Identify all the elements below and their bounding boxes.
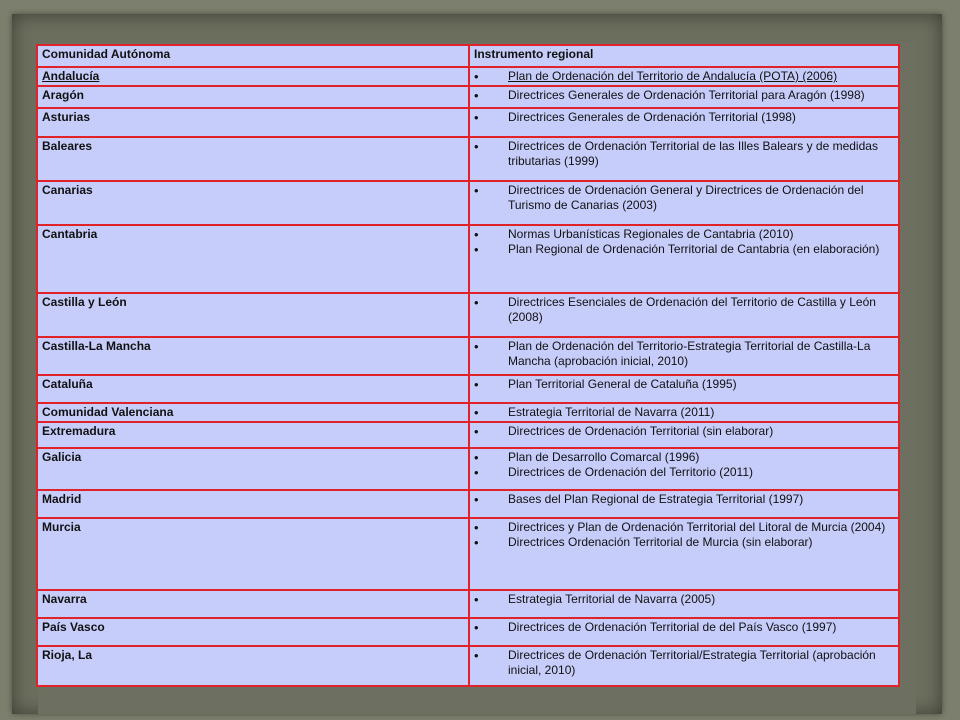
instrument-cell: Normas Urbanísticas Regionales de Cantab… [468, 224, 900, 294]
community-cell: Cataluña [36, 374, 470, 404]
community-cell: Asturias [36, 107, 470, 138]
table-row: País Vasco Directrices de Ordenación Ter… [36, 617, 900, 647]
table-header-row: Comunidad Autónoma Instrumento regional [36, 44, 900, 68]
table-row: Castilla-La Mancha Plan de Ordenación de… [36, 336, 900, 376]
instrument-item: Directrices de Ordenación General y Dire… [474, 183, 894, 213]
instrument-item: Plan de Ordenación del Territorio de And… [474, 69, 894, 84]
instrument-item: Normas Urbanísticas Regionales de Cantab… [474, 227, 894, 242]
header-instrument: Instrumento regional [468, 44, 900, 68]
community-cell: Rioja, La [36, 645, 470, 687]
community-cell: Navarra [36, 589, 470, 619]
table-row: Canarias Directrices de Ordenación Gener… [36, 180, 900, 226]
instrument-cell: Estrategia Territorial de Navarra (2005) [468, 589, 900, 619]
table-row: Cataluña Plan Territorial General de Cat… [36, 374, 900, 404]
instrument-cell: Directrices de Ordenación Territorial de… [468, 136, 900, 182]
instrument-item: Plan de Ordenación del Territorio-Estrat… [474, 339, 894, 369]
table-row: Baleares Directrices de Ordenación Terri… [36, 136, 900, 182]
community-cell: Madrid [36, 489, 470, 519]
table-row: Galicia Plan de Desarrollo Comarcal (199… [36, 447, 900, 491]
community-cell: Murcia [36, 517, 470, 591]
instrument-item: Estrategia Territorial de Navarra (2005) [474, 592, 894, 607]
instrument-item: Directrices de Ordenación del Territorio… [474, 465, 894, 480]
community-cell: Castilla y León [36, 292, 470, 338]
instrument-item: Plan de Desarrollo Comarcal (1996) [474, 450, 894, 465]
instrument-cell: Directrices de Ordenación Territorial/Es… [468, 645, 900, 687]
instrument-cell: Directrices de Ordenación Territorial (s… [468, 421, 900, 449]
table-row: Aragón Directrices Generales de Ordenaci… [36, 85, 900, 109]
instrument-cell: Estrategia Territorial de Navarra (2011) [468, 402, 900, 423]
table-row: Murcia Directrices y Plan de Ordenación … [36, 517, 900, 591]
community-cell: Cantabria [36, 224, 470, 294]
instrument-cell: Directrices de Ordenación Territorial de… [468, 617, 900, 647]
instrument-item: Plan Territorial General de Cataluña (19… [474, 377, 894, 392]
community-cell: Castilla-La Mancha [36, 336, 470, 376]
table-row: Andalucía Plan de Ordenación del Territo… [36, 66, 900, 87]
header-community: Comunidad Autónoma [36, 44, 470, 68]
instrument-item: Estrategia Territorial de Navarra (2011) [474, 405, 894, 420]
instrument-cell: Plan de Desarrollo Comarcal (1996) Direc… [468, 447, 900, 491]
community-cell: País Vasco [36, 617, 470, 647]
instrument-item: Directrices de Ordenación Territorial/Es… [474, 648, 894, 678]
community-cell: Extremadura [36, 421, 470, 449]
instrument-item: Bases del Plan Regional de Estrategia Te… [474, 492, 894, 507]
instrument-cell: Plan de Ordenación del Territorio-Estrat… [468, 336, 900, 376]
instrument-item: Directrices Generales de Ordenación Terr… [474, 88, 894, 103]
instrument-item: Directrices de Ordenación Territorial (s… [474, 424, 894, 439]
community-cell: Canarias [36, 180, 470, 226]
community-cell: Baleares [36, 136, 470, 182]
instrument-cell: Plan de Ordenación del Territorio de And… [468, 66, 900, 87]
table-row: Comunidad Valenciana Estrategia Territor… [36, 402, 900, 423]
regional-instruments-table: Comunidad Autónoma Instrumento regional … [36, 44, 900, 687]
table-row: Cantabria Normas Urbanísticas Regionales… [36, 224, 900, 294]
instrument-item: Directrices y Plan de Ordenación Territo… [474, 520, 894, 535]
instrument-item: Directrices de Ordenación Territorial de… [474, 139, 894, 169]
instrument-cell: Directrices Generales de Ordenación Terr… [468, 107, 900, 138]
instrument-cell: Directrices Generales de Ordenación Terr… [468, 85, 900, 109]
table-row: Castilla y León Directrices Esenciales d… [36, 292, 900, 338]
instrument-cell: Directrices y Plan de Ordenación Territo… [468, 517, 900, 591]
instrument-item: Directrices Ordenación Territorial de Mu… [474, 535, 894, 550]
table-row: Navarra Estrategia Territorial de Navarr… [36, 589, 900, 619]
instrument-item: Plan Regional de Ordenación Territorial … [474, 242, 894, 257]
community-cell: Aragón [36, 85, 470, 109]
table-row: Asturias Directrices Generales de Ordena… [36, 107, 900, 138]
instrument-item: Directrices de Ordenación Territorial de… [474, 620, 894, 635]
community-cell: Andalucía [36, 66, 470, 87]
community-cell: Galicia [36, 447, 470, 491]
table-row: Madrid Bases del Plan Regional de Estrat… [36, 489, 900, 519]
table-row: Extremadura Directrices de Ordenación Te… [36, 421, 900, 449]
instrument-cell: Plan Territorial General de Cataluña (19… [468, 374, 900, 404]
instrument-cell: Directrices de Ordenación General y Dire… [468, 180, 900, 226]
instrument-cell: Bases del Plan Regional de Estrategia Te… [468, 489, 900, 519]
instrument-item: Directrices Generales de Ordenación Terr… [474, 110, 894, 125]
community-cell: Comunidad Valenciana [36, 402, 470, 423]
instrument-item: Directrices Esenciales de Ordenación del… [474, 295, 894, 325]
table-row: Rioja, La Directrices de Ordenación Terr… [36, 645, 900, 687]
instrument-cell: Directrices Esenciales de Ordenación del… [468, 292, 900, 338]
